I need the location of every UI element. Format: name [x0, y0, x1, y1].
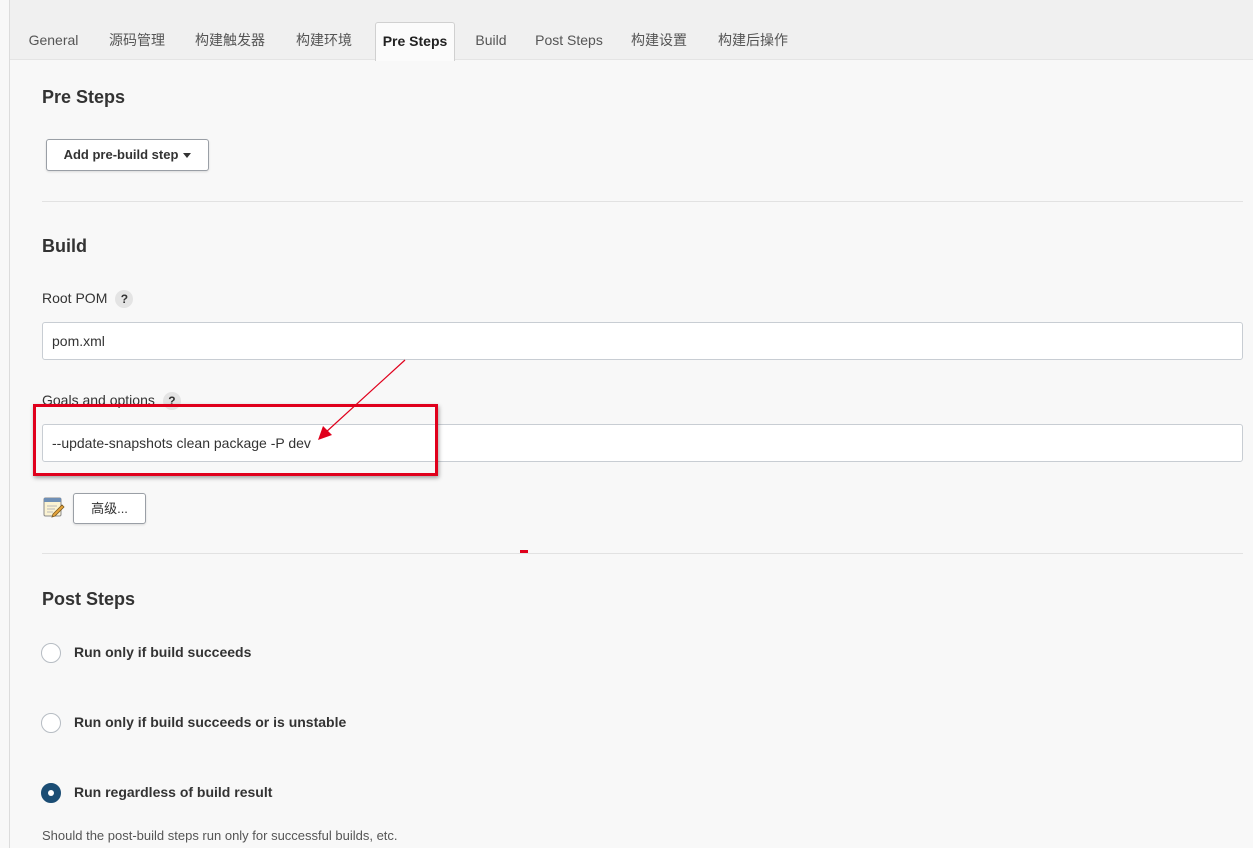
annotation-mark: [520, 550, 528, 553]
annotation-arrow-icon: [318, 359, 406, 440]
